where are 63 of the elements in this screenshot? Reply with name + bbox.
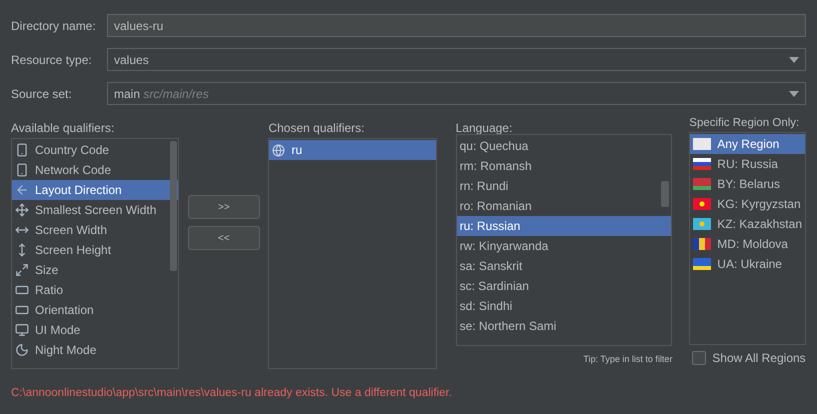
- qualifier-item[interactable]: Layout Direction: [12, 180, 178, 200]
- language-item[interactable]: sc: Sardinian: [456, 276, 672, 296]
- dropdown-arrow-icon: [789, 56, 799, 62]
- region-item[interactable]: KG: Kyrgyzstan: [690, 194, 805, 214]
- language-item[interactable]: rn: Rundi: [456, 176, 672, 196]
- checkbox[interactable]: [692, 351, 706, 365]
- language-item[interactable]: rw: Kinyarwanda: [456, 236, 672, 256]
- region-item[interactable]: MD: Moldova: [690, 234, 805, 254]
- ratio-icon: [15, 283, 29, 297]
- dropdown[interactable]: main src/main/res: [107, 82, 806, 105]
- language-item[interactable]: ro: Romanian: [456, 196, 672, 216]
- region-item[interactable]: Any Region: [690, 134, 805, 154]
- list-label: Language:: [456, 120, 514, 137]
- qualifier-item[interactable]: Size: [12, 260, 178, 280]
- flag-icon: [693, 238, 712, 250]
- move-icon: [15, 203, 29, 217]
- error-message: C:\annoonlinestudio\app\src\main\res\values-ru already exists. Use a different qualifier.: [11, 387, 452, 399]
- region-item[interactable]: KZ: Kazakhstan: [690, 214, 805, 234]
- qualifier-item[interactable]: UI Mode: [12, 320, 178, 340]
- language-item[interactable]: sd: Sindhi: [456, 296, 672, 316]
- flag-icon: [693, 218, 712, 230]
- resize-icon: [15, 263, 29, 277]
- field-label: Source set:: [11, 86, 73, 102]
- orientation-icon: [15, 303, 29, 317]
- dropdown[interactable]: values: [107, 48, 806, 71]
- flag-icon: [693, 258, 712, 270]
- region-item[interactable]: RU: Russia: [690, 154, 805, 174]
- language-item[interactable]: rm: Romansh: [456, 156, 672, 176]
- monitor-icon: [15, 323, 29, 337]
- qualifier-item[interactable]: Country Code: [12, 140, 178, 160]
- qualifier-item[interactable]: Night Mode: [12, 340, 178, 360]
- flag-icon: [693, 198, 712, 210]
- qualifier-item[interactable]: Ratio: [12, 280, 178, 300]
- region-item[interactable]: BY: Belarus: [690, 174, 805, 194]
- moon-icon: [15, 343, 29, 357]
- qualifier-item[interactable]: Network Code: [12, 160, 178, 180]
- language-item[interactable]: sa: Sanskrit: [456, 256, 672, 276]
- language-item[interactable]: ru: Russian: [456, 216, 672, 236]
- list-label: Specific Region Only:: [689, 116, 800, 131]
- text-field[interactable]: values-ru: [107, 14, 806, 37]
- field-label: Resource type:: [11, 52, 93, 68]
- qualifier-item[interactable]: Screen Width: [12, 220, 178, 240]
- dropdown-arrow-icon: [789, 90, 799, 96]
- chosen-item[interactable]: ru: [269, 140, 436, 160]
- list-label: Chosen qualifiers:: [268, 120, 366, 137]
- field-label: Directory name:: [11, 18, 97, 34]
- qualifier-item[interactable]: Screen Height: [12, 240, 178, 260]
- flag-icon: [693, 138, 712, 150]
- qualifier-item[interactable]: Smallest Screen Width: [12, 200, 178, 220]
- scrollbar[interactable]: [661, 181, 670, 207]
- flag-icon: [693, 178, 712, 190]
- move-button[interactable]: >>: [188, 195, 260, 219]
- scrollbar[interactable]: [170, 141, 178, 271]
- list-label: Available qualifiers:: [11, 120, 116, 137]
- flag-icon: [693, 158, 712, 170]
- language-item[interactable]: se: Northern Sami: [456, 316, 672, 336]
- qualifier-item[interactable]: Orientation: [12, 300, 178, 320]
- move-button[interactable]: <<: [188, 226, 260, 250]
- globe-icon: [272, 144, 286, 156]
- region-item[interactable]: UA: Ukraine: [690, 254, 805, 274]
- checkbox-label: Show All Regions: [712, 350, 806, 367]
- tip-text: Tip: Type in list to filter: [583, 353, 672, 366]
- language-item[interactable]: qu: Quechua: [456, 136, 672, 156]
